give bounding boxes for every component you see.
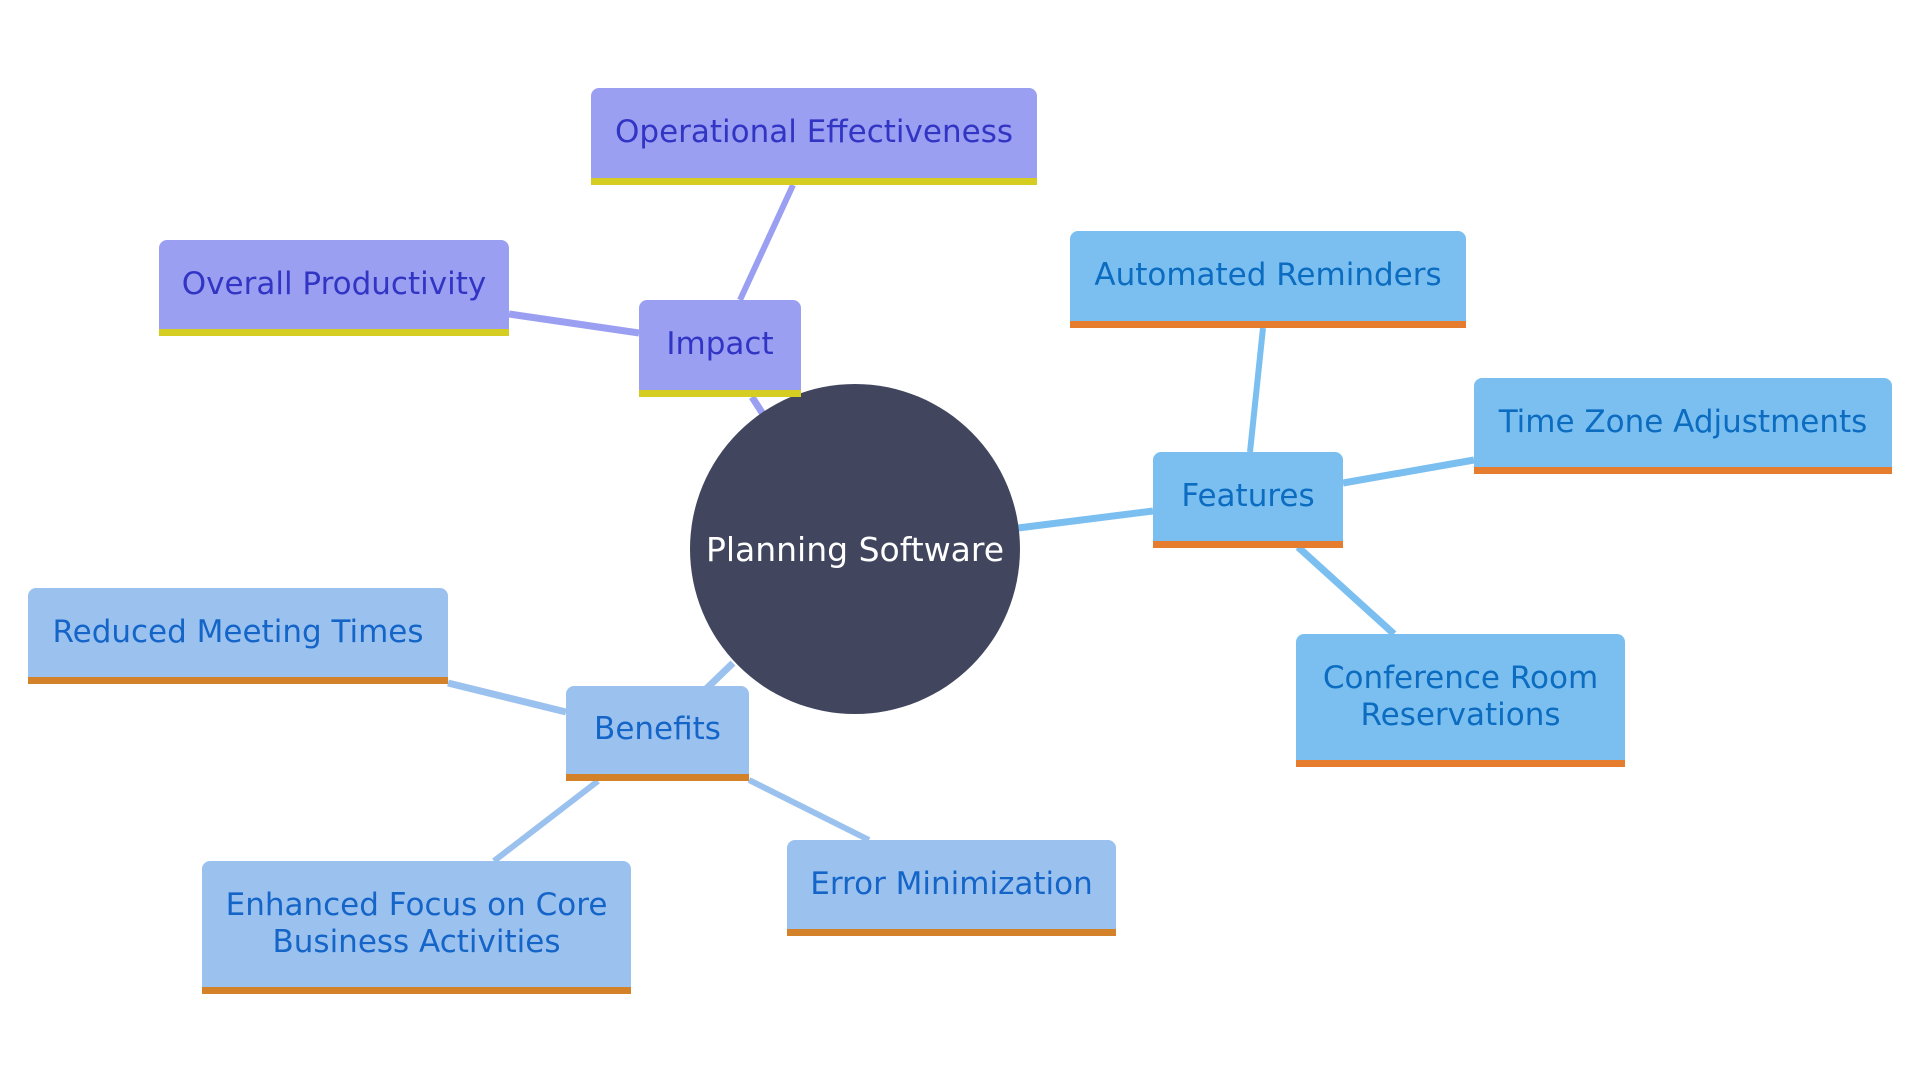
leaf-node-overall-productivity[interactable]: Overall Productivity	[159, 240, 509, 336]
leaf-label: Time Zone Adjustments	[1498, 403, 1868, 440]
edge-root-features	[1017, 507, 1154, 532]
root-node[interactable]: Planning Software	[690, 384, 1020, 714]
accent-bar	[591, 178, 1037, 185]
accent-bar	[787, 929, 1116, 936]
edge-features-timezone	[1342, 456, 1475, 487]
accent-bar	[566, 774, 749, 781]
root-label: Planning Software	[705, 529, 1005, 569]
leaf-label: Error Minimization	[810, 865, 1093, 902]
leaf-node-conference-room-reservations[interactable]: Conference Room Reservations	[1296, 634, 1625, 767]
leaf-label: Automated Reminders	[1094, 257, 1442, 293]
edge-benefits-meeting	[447, 679, 567, 716]
edge-features-reminders	[1247, 327, 1266, 453]
edge-benefits-error	[747, 777, 871, 843]
leaf-label: Enhanced Focus on Core Business Activiti…	[225, 886, 608, 960]
leaf-label: Conference Room Reservations	[1322, 659, 1599, 733]
leaf-node-error-minimization[interactable]: Error Minimization	[787, 840, 1116, 936]
leaf-node-operational-effectiveness[interactable]: Operational Effectiveness	[591, 88, 1037, 185]
edge-benefits-focus	[492, 778, 600, 864]
edge-impact-operational	[737, 183, 796, 302]
branch-node-impact[interactable]: Impact	[639, 300, 801, 397]
accent-bar	[1153, 541, 1343, 548]
leaf-label: Overall Productivity	[181, 265, 487, 302]
branch-node-benefits[interactable]: Benefits	[566, 686, 749, 781]
leaf-label: Operational Effectiveness	[614, 114, 1013, 150]
branch-label: Impact	[666, 326, 774, 362]
accent-bar	[202, 987, 631, 994]
accent-bar	[1296, 760, 1625, 767]
branch-node-features[interactable]: Features	[1153, 452, 1343, 548]
edge-impact-productivity	[508, 310, 640, 337]
leaf-node-reduced-meeting-times[interactable]: Reduced Meeting Times	[28, 588, 448, 684]
accent-bar	[1070, 321, 1466, 328]
leaf-label: Reduced Meeting Times	[52, 613, 424, 650]
accent-bar	[639, 390, 801, 397]
accent-bar	[1474, 467, 1892, 474]
accent-bar	[28, 677, 448, 684]
branch-label: Features	[1181, 477, 1315, 514]
branch-label: Benefits	[594, 711, 721, 747]
edge-features-conference	[1295, 544, 1397, 637]
leaf-node-time-zone-adjustments[interactable]: Time Zone Adjustments	[1474, 378, 1892, 474]
accent-bar	[159, 329, 509, 336]
leaf-node-automated-reminders[interactable]: Automated Reminders	[1070, 231, 1466, 328]
leaf-node-enhanced-focus[interactable]: Enhanced Focus on Core Business Activiti…	[202, 861, 631, 994]
